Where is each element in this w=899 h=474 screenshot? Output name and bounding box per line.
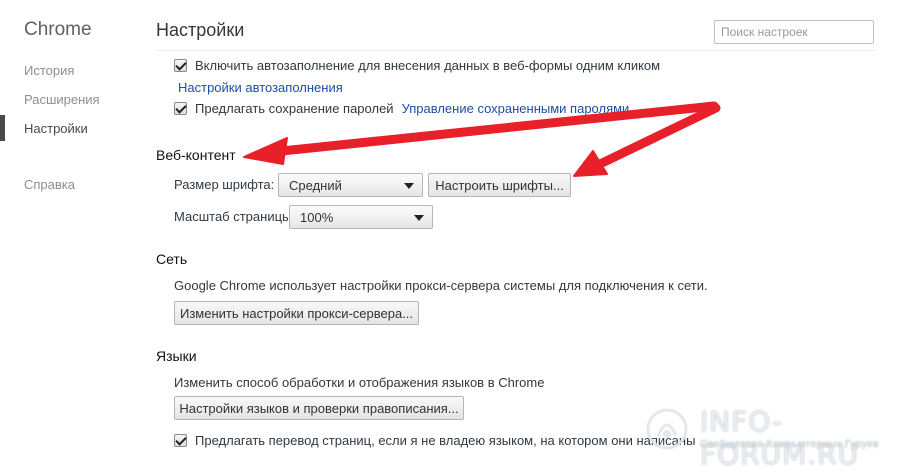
languages-description: Изменить способ обработки и отображения … xyxy=(174,375,545,390)
zoom-label: Масштаб страницы: xyxy=(174,209,295,224)
network-title: Сеть xyxy=(156,251,188,267)
brand-title: Chrome xyxy=(24,19,92,40)
font-size-value: Средний xyxy=(289,177,342,193)
watermark-title: INFO-FORUM.RU xyxy=(700,405,860,471)
autofill-checkbox[interactable] xyxy=(174,59,187,72)
languages-title: Языки xyxy=(156,348,197,364)
sidebar-item-extensions[interactable]: Расширения xyxy=(24,92,100,107)
header-divider xyxy=(156,50,876,51)
proxy-settings-button[interactable]: Изменить настройки прокси-сервера... xyxy=(174,301,419,325)
search-input[interactable] xyxy=(714,20,874,44)
font-size-label: Размер шрифта: xyxy=(174,177,275,192)
translate-label: Предлагать перевод страниц, если я не вл… xyxy=(195,433,696,448)
sidebar-item-settings[interactable]: Настройки xyxy=(24,121,88,136)
translate-checkbox[interactable] xyxy=(174,434,187,447)
autofill-settings-link[interactable]: Настройки автозаполнения xyxy=(178,80,343,95)
sidebar-item-help[interactable]: Справка xyxy=(24,177,75,192)
watermark-subtitle: Сообщество Компьютерных Гуруев xyxy=(700,439,879,450)
font-size-select[interactable]: Средний xyxy=(278,173,423,197)
page-title: Настройки xyxy=(156,20,245,40)
web-content-title: Веб-контент xyxy=(156,147,236,163)
autofill-label: Включить автозаполнение для внесения дан… xyxy=(195,58,661,73)
zoom-select[interactable]: 100% xyxy=(289,205,433,229)
passwords-checkbox[interactable] xyxy=(174,102,187,115)
active-nav-marker xyxy=(0,115,5,141)
chevron-down-icon xyxy=(414,215,424,221)
zoom-value: 100% xyxy=(300,209,334,225)
sidebar: Chrome История Расширения Настройки Спра… xyxy=(0,0,140,474)
passwords-label: Предлагать сохранение паролей xyxy=(195,101,394,116)
chevron-down-icon xyxy=(404,183,414,189)
arrow-to-fonts-button xyxy=(573,103,721,177)
manage-passwords-link[interactable]: Управление сохраненными паролями xyxy=(402,101,630,116)
translate-row[interactable]: Предлагать перевод страниц, если я не вл… xyxy=(174,433,695,448)
autofill-row[interactable]: Включить автозаполнение для внесения дан… xyxy=(174,58,660,73)
language-settings-button[interactable]: Настройки языков и проверки правописания… xyxy=(174,396,464,420)
customize-fonts-button[interactable]: Настроить шрифты... xyxy=(428,173,571,197)
watermark-logo-icon xyxy=(646,408,688,450)
passwords-row[interactable]: Предлагать сохранение паролей Управление… xyxy=(174,101,629,116)
watermark: INFO-FORUM.RU Сообщество Компьютерных Гу… xyxy=(640,402,890,471)
network-description: Google Chrome использует настройки прокс… xyxy=(174,278,708,293)
sidebar-item-history[interactable]: История xyxy=(24,63,74,78)
